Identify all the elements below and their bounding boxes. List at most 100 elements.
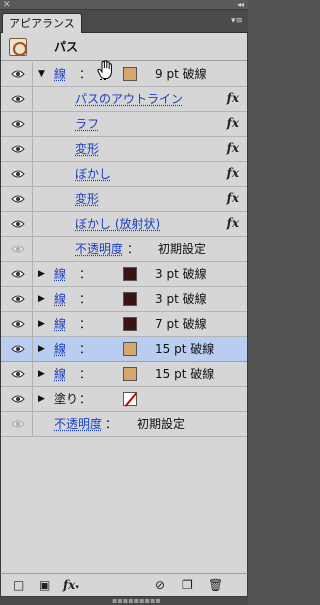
tab-appearance[interactable]: アピアランス [2, 13, 82, 33]
effect-label[interactable]: ぼかし [75, 167, 111, 181]
visibility-gutter [1, 62, 33, 86]
effect-row[interactable]: ぼかし fx [1, 162, 247, 187]
stroke-color-swatch[interactable] [123, 292, 137, 306]
effect-label[interactable]: 変形 [75, 142, 99, 156]
opacity-value: 初期設定 [158, 242, 207, 256]
visibility-gutter [1, 412, 33, 436]
stroke-row[interactable]: ▼ 線 ： 9 pt 破線 [1, 62, 247, 87]
stroke-color-swatch[interactable] [123, 267, 137, 281]
visibility-gutter [1, 237, 33, 261]
opacity-row[interactable]: 不透明度： 初期設定 [1, 412, 247, 437]
disclosure-collapsed-icon[interactable]: ▶ [38, 368, 45, 380]
visibility-eye-icon[interactable] [11, 220, 25, 228]
effect-row[interactable]: パスのアウトライン fx [1, 87, 247, 112]
visibility-eye-icon[interactable] [11, 95, 25, 103]
appearance-panel: パス ▼ 線 ： 9 pt 破線 パスのアウトライン fx ラフ fx 変形 fx ぼかし fx 変形 f… [0, 33, 248, 573]
visibility-gutter [1, 312, 33, 336]
disclosure-collapsed-icon[interactable]: ▶ [38, 293, 45, 305]
label-colon: ： [79, 342, 92, 356]
disclosure-collapsed-icon[interactable]: ▶ [38, 268, 45, 280]
duplicate-item-icon[interactable]: ❐ [182, 578, 193, 592]
stroke-row[interactable]: ▶ 線 ： 3 pt 破線 [1, 287, 247, 312]
stroke-row[interactable]: ▶ 線 ： 15 pt 破線 [1, 337, 247, 362]
stroke-label[interactable]: 線 [54, 67, 66, 81]
stroke-weight-value[interactable]: 9 pt 破線 [155, 67, 207, 81]
add-new-stroke-icon[interactable]: □ [13, 578, 24, 592]
effect-label[interactable]: ぼかし (放射状) [75, 217, 160, 231]
visibility-gutter [1, 387, 33, 411]
object-thumbnail-icon [9, 38, 27, 56]
visibility-eye-icon[interactable] [11, 370, 25, 378]
fill-row[interactable]: ▶ 塗り： [1, 387, 247, 412]
effect-row[interactable]: ラフ fx [1, 112, 247, 137]
stroke-color-swatch[interactable] [123, 67, 137, 81]
visibility-eye-icon[interactable] [11, 295, 25, 303]
stroke-weight-value[interactable]: 15 pt 破線 [155, 367, 214, 381]
visibility-gutter [1, 287, 33, 311]
add-new-fill-icon[interactable]: ▣ [39, 578, 50, 592]
object-type-title: パス [54, 40, 79, 54]
label-colon: ： [79, 267, 92, 281]
fill-color-swatch[interactable] [123, 392, 137, 406]
stroke-row[interactable]: ▶ 線 ： 7 pt 破線 [1, 312, 247, 337]
effect-fx-icon: fx [226, 91, 239, 105]
disclosure-collapsed-icon[interactable]: ▶ [38, 393, 45, 405]
effect-row[interactable]: ぼかし (放射状) fx [1, 212, 247, 237]
stroke-label[interactable]: 線 [54, 267, 66, 281]
stroke-row[interactable]: ▶ 線 ： 3 pt 破線 [1, 262, 247, 287]
stroke-weight-value[interactable]: 15 pt 破線 [155, 342, 214, 356]
stroke-color-swatch[interactable] [123, 317, 137, 331]
opacity-label[interactable]: 不透明度 [54, 417, 102, 431]
visibility-eye-icon[interactable] [11, 270, 25, 278]
opacity-value: 初期設定 [137, 417, 186, 431]
panel-titlebar: ✕ ◂◂ [0, 0, 248, 10]
visibility-eye-icon[interactable] [11, 195, 25, 203]
stroke-label[interactable]: 線 [54, 367, 66, 381]
add-new-effect-icon[interactable]: fx▾ [63, 578, 79, 594]
visibility-eye-icon[interactable] [11, 245, 25, 253]
stroke-label[interactable]: 線 [54, 292, 66, 306]
opacity-label[interactable]: 不透明度 [75, 242, 123, 256]
stroke-label[interactable]: 線 [54, 342, 66, 356]
visibility-eye-icon[interactable] [11, 120, 25, 128]
clear-appearance-icon[interactable]: ⊘ [155, 578, 165, 592]
panel-tabbar: アピアランス ▾≡ [0, 10, 248, 33]
effect-label[interactable]: 変形 [75, 192, 99, 206]
hand-cursor-icon [97, 60, 112, 80]
stroke-color-swatch[interactable] [123, 342, 137, 356]
disclosure-collapsed-icon[interactable]: ▶ [38, 318, 45, 330]
delete-item-icon[interactable]: 🗑 [208, 578, 223, 592]
visibility-eye-icon[interactable] [11, 70, 25, 78]
visibility-eye-icon[interactable] [11, 420, 25, 428]
effect-label[interactable]: パスのアウトライン [75, 92, 183, 106]
effect-row[interactable]: 変形 fx [1, 187, 247, 212]
stroke-weight-value[interactable]: 3 pt 破線 [155, 292, 207, 306]
panel-menu-icon[interactable]: ▾≡ [231, 16, 243, 26]
stroke-weight-value[interactable]: 7 pt 破線 [155, 317, 207, 331]
stroke-row[interactable]: ▶ 線 ： 15 pt 破線 [1, 362, 247, 387]
label-colon: ： [105, 417, 118, 431]
fill-label[interactable]: 塗り [54, 392, 78, 406]
close-panel-icon[interactable]: ✕ [3, 1, 11, 10]
visibility-eye-icon[interactable] [11, 395, 25, 403]
disclosure-expanded-icon[interactable]: ▼ [38, 68, 45, 80]
visibility-eye-icon[interactable] [11, 345, 25, 353]
visibility-eye-icon[interactable] [11, 170, 25, 178]
label-colon: ： [79, 317, 92, 331]
resize-grip[interactable]: ▪▪▪▪▪▪▪▪▪ [0, 597, 248, 605]
label-colon: ： [79, 367, 92, 381]
opacity-row[interactable]: 不透明度：初期設定 [1, 237, 247, 262]
visibility-eye-icon[interactable] [11, 320, 25, 328]
visibility-gutter [1, 362, 33, 386]
effect-label[interactable]: ラフ [75, 117, 99, 131]
effect-row[interactable]: 変形 fx [1, 137, 247, 162]
visibility-eye-icon[interactable] [11, 145, 25, 153]
disclosure-collapsed-icon[interactable]: ▶ [38, 343, 45, 355]
collapse-panel-icon[interactable]: ◂◂ [237, 0, 244, 9]
visibility-gutter [1, 137, 33, 161]
stroke-color-swatch[interactable] [123, 367, 137, 381]
effect-fx-icon: fx [226, 216, 239, 230]
stroke-label[interactable]: 線 [54, 317, 66, 331]
label-colon: ： [79, 67, 92, 81]
stroke-weight-value[interactable]: 3 pt 破線 [155, 267, 207, 281]
